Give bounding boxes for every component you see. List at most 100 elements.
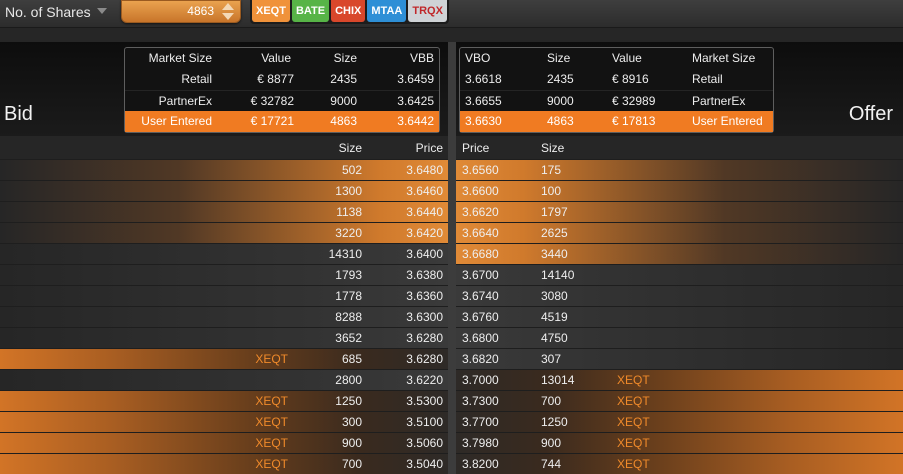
offer-size: 3080 <box>541 289 568 303</box>
market-size-name: PartnerEx <box>158 94 212 108</box>
bid-price: 3.5040 <box>406 457 443 471</box>
offer-size: 175 <box>541 163 562 177</box>
offer-market-size-panel: VBO Size Value Market Size 3.6618 2435 €… <box>459 47 774 133</box>
market-size-name: Retail <box>692 72 723 86</box>
bid-size: 8288 <box>335 310 362 324</box>
toolbar: No. of Shares 4863 XEQT BATE CHIX MTAA TRQX <box>0 0 903 28</box>
bid-size: 1793 <box>335 268 362 282</box>
offer-market-row-user-entered[interactable]: 3.6630 4863 € 17813 User Entered <box>460 111 773 132</box>
offer-market-row[interactable]: 3.6618 2435 € 8916 Retail <box>460 69 773 90</box>
vbo-price: 3.6618 <box>465 72 502 86</box>
offer-price: 3.7300 <box>462 394 499 408</box>
bid-size: 14310 <box>328 247 362 261</box>
bid-venue: XEQT <box>255 394 288 408</box>
offer-depth-bar <box>456 370 903 390</box>
bid-depth-bar <box>0 349 448 369</box>
column-header: Value <box>261 51 291 65</box>
offer-size: 4750 <box>541 331 568 345</box>
column-header: Size <box>333 51 357 65</box>
bid-size: 700 <box>341 457 362 471</box>
offer-venue: XEQT <box>617 436 650 450</box>
venue-button-mtaa[interactable]: MTAA <box>367 0 407 22</box>
market-size-name: User Entered <box>141 114 212 128</box>
vbo-price: 3.6655 <box>465 94 502 108</box>
venue-button-xeqt[interactable]: XEQT <box>252 0 290 22</box>
offer-price: 3.6820 <box>462 352 499 366</box>
offer-size-header: Size <box>541 141 565 155</box>
offer-size: 744 <box>541 457 562 471</box>
market-size: 9000 <box>330 94 357 108</box>
bid-size-header: Size <box>338 141 362 155</box>
offer-price: 3.6740 <box>462 289 499 303</box>
bid-size: 3220 <box>335 226 362 240</box>
stepper-up-icon[interactable] <box>222 3 234 10</box>
bid-market-row[interactable]: PartnerEx € 32782 9000 3.6425 <box>125 90 439 111</box>
offer-size: 1797 <box>541 205 568 219</box>
bid-market-row[interactable]: Retail € 8877 2435 3.6459 <box>125 69 439 90</box>
market-value: € 8916 <box>612 72 649 86</box>
offer-venue: XEQT <box>617 394 650 408</box>
column-header: Size <box>547 51 571 65</box>
offer-price: 3.6700 <box>462 268 499 282</box>
column-header: Market Size <box>692 51 756 65</box>
offer-price-header: Price <box>462 141 490 155</box>
venue-button-trqx[interactable]: TRQX <box>408 0 447 22</box>
offer-price: 3.6760 <box>462 310 499 324</box>
offer-price: 3.7980 <box>462 436 499 450</box>
bid-size: 685 <box>341 352 362 366</box>
offer-size: 13014 <box>541 373 575 387</box>
shares-stepper[interactable]: 4863 <box>121 0 241 23</box>
offer-price: 3.6640 <box>462 226 499 240</box>
bid-depth-bar <box>0 412 448 432</box>
venue-button-chix[interactable]: CHIX <box>331 0 366 22</box>
offer-depth-bar <box>456 433 903 453</box>
stepper-down-icon[interactable] <box>222 13 234 20</box>
chevron-down-icon[interactable] <box>97 8 107 14</box>
bid-price: 3.6420 <box>406 226 443 240</box>
offer-size: 100 <box>541 184 562 198</box>
bid-price: 3.6460 <box>406 184 443 198</box>
offer-size: 14140 <box>541 268 575 282</box>
bid-price: 3.5300 <box>406 394 443 408</box>
shares-label[interactable]: No. of Shares <box>5 4 91 20</box>
offer-depth-bar <box>456 391 903 411</box>
offer-depth-bar <box>456 412 903 432</box>
bid-depth-bar <box>0 244 448 264</box>
venue-button-bate[interactable]: BATE <box>291 0 330 22</box>
shares-value[interactable]: 4863 <box>187 4 214 18</box>
bid-price: 3.6300 <box>406 310 443 324</box>
offer-venue: XEQT <box>617 457 650 471</box>
bid-price-header: Price <box>415 141 443 155</box>
offer-size: 4519 <box>541 310 568 324</box>
bid-size: 502 <box>341 163 362 177</box>
offer-depth-bar <box>456 202 903 222</box>
offer-price: 3.6800 <box>462 331 499 345</box>
offer-depth-bar <box>456 454 903 474</box>
bid-depth-bar <box>0 370 448 390</box>
bid-venue: XEQT <box>255 352 288 366</box>
bid-depth-bar <box>0 160 448 180</box>
bid-price: 3.5100 <box>406 415 443 429</box>
bid-venue: XEQT <box>255 436 288 450</box>
offer-depth-bar <box>456 349 903 369</box>
bid-market-row-user-entered[interactable]: User Entered € 17721 4863 3.6442 <box>125 111 439 132</box>
bid-depth-bar <box>0 454 448 474</box>
ladder-divider <box>448 42 456 474</box>
offer-venue: XEQT <box>617 373 650 387</box>
offer-market-row[interactable]: 3.6655 9000 € 32989 PartnerEx <box>460 90 773 111</box>
offer-size: 3440 <box>541 247 568 261</box>
bid-depth-bar <box>0 265 448 285</box>
bid-market-size-panel: Market Size Value Size VBB Retail € 8877… <box>124 47 440 133</box>
bid-size: 3652 <box>335 331 362 345</box>
offer-market-header: VBO Size Value Market Size <box>460 48 773 69</box>
bid-depth-bar <box>0 202 448 222</box>
offer-price: 3.6560 <box>462 163 499 177</box>
offer-price: 3.8200 <box>462 457 499 471</box>
offer-size: 2625 <box>541 226 568 240</box>
bid-price: 3.6480 <box>406 163 443 177</box>
bid-price: 3.6280 <box>406 352 443 366</box>
bid-depth-bar <box>0 391 448 411</box>
offer-side-label: Offer <box>848 103 893 125</box>
offer-depth-bar <box>456 286 903 306</box>
offer-size: 307 <box>541 352 562 366</box>
